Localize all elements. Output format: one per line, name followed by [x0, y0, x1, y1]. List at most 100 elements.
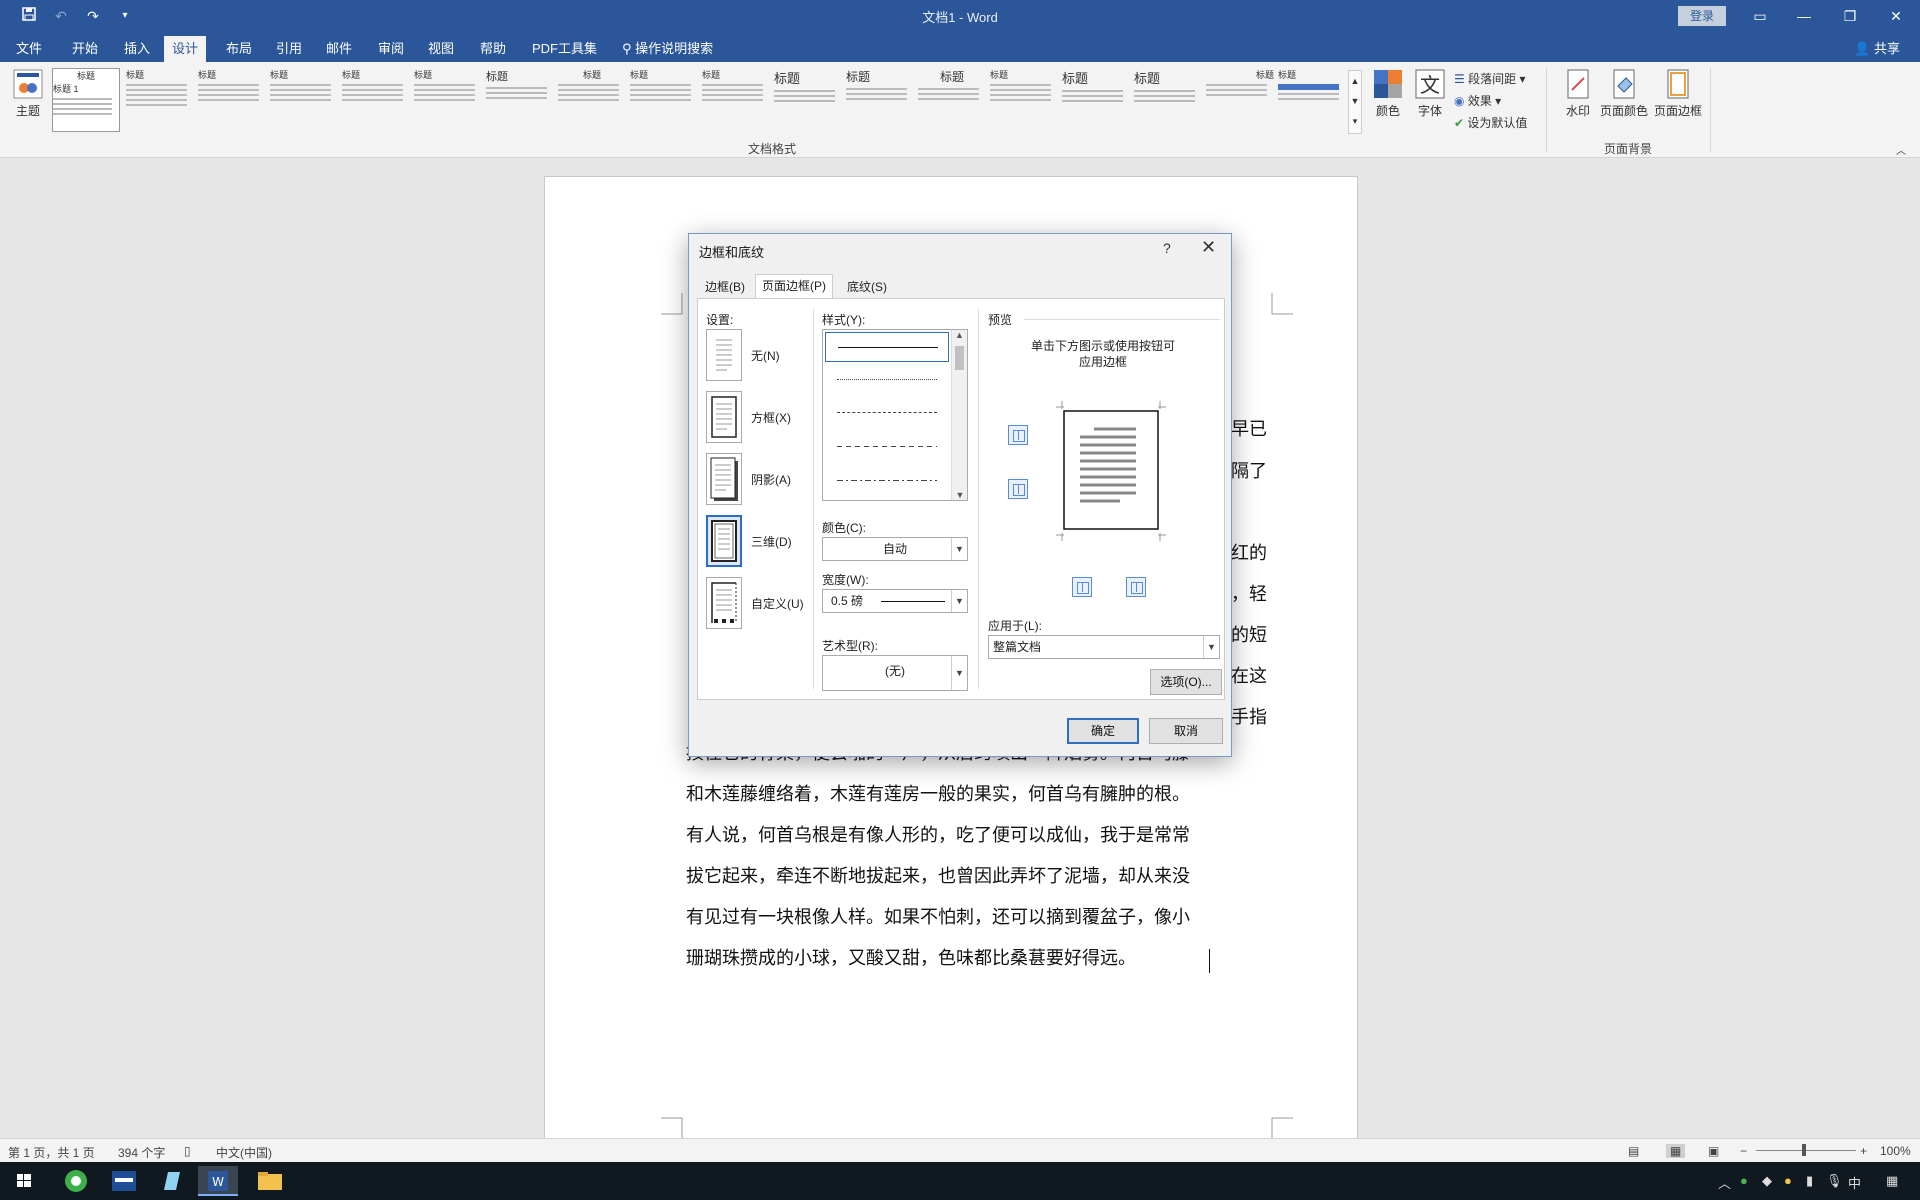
- border-preview[interactable]: [1056, 401, 1166, 541]
- restore-icon[interactable]: ❐: [1830, 4, 1870, 28]
- setting-shadow[interactable]: 阴影(A): [706, 453, 806, 509]
- share-button[interactable]: 👤 共享: [1854, 38, 1900, 57]
- calendar-icon[interactable]: ▦: [1886, 1173, 1898, 1189]
- style-set-thumb[interactable]: 标题: [918, 68, 986, 132]
- tab-mailings[interactable]: 邮件: [318, 36, 360, 62]
- tray-app-icon[interactable]: ◆: [1762, 1173, 1772, 1189]
- line-style-scrollbar[interactable]: ▲ ▼: [951, 330, 967, 500]
- style-set-thumb[interactable]: 标题: [126, 68, 194, 132]
- zoom-level[interactable]: 100%: [1880, 1144, 1911, 1158]
- word-count[interactable]: 394 个字: [118, 1144, 165, 1161]
- left-border-toggle[interactable]: [1072, 577, 1092, 597]
- style-set-thumb[interactable]: 标题: [342, 68, 410, 132]
- tab-layout[interactable]: 布局: [218, 36, 260, 62]
- tab-home[interactable]: 开始: [64, 36, 106, 62]
- zoom-slider[interactable]: [1756, 1150, 1856, 1151]
- setting-none[interactable]: 无(N): [706, 329, 806, 385]
- style-set-thumb[interactable]: 标题: [414, 68, 482, 132]
- tab-help[interactable]: 帮助: [472, 36, 514, 62]
- help-icon[interactable]: ?: [1163, 240, 1171, 256]
- style-set-thumb[interactable]: 标题: [1206, 68, 1274, 132]
- proofing-icon[interactable]: ▯: [184, 1144, 191, 1158]
- top-border-toggle[interactable]: [1008, 425, 1028, 445]
- style-set-thumb[interactable]: 标题: [702, 68, 770, 132]
- zoom-slider-thumb[interactable]: [1802, 1144, 1806, 1156]
- tab-view[interactable]: 视图: [420, 36, 462, 62]
- setting-custom[interactable]: 自定义(U): [706, 577, 806, 633]
- color-select[interactable]: 自动 ▼: [822, 537, 968, 561]
- line-style-dashed[interactable]: [837, 412, 937, 413]
- app-icon[interactable]: [104, 1166, 144, 1196]
- tray-app-icon[interactable]: ●: [1784, 1173, 1792, 1188]
- tab-design[interactable]: 设计: [164, 36, 207, 62]
- themes-button[interactable]: 主题: [10, 68, 46, 119]
- cancel-button[interactable]: 取消: [1149, 718, 1223, 744]
- tray-app-icon[interactable]: ●: [1740, 1173, 1748, 1188]
- line-style-long-dash[interactable]: [837, 446, 937, 447]
- tab-file[interactable]: 文件: [8, 36, 50, 62]
- scroll-up-icon[interactable]: ▲: [952, 330, 967, 340]
- login-button[interactable]: 登录: [1678, 6, 1726, 26]
- tray-app-icon[interactable]: ▮: [1806, 1173, 1813, 1189]
- language[interactable]: 中文(中国): [216, 1144, 272, 1161]
- zoom-out-icon[interactable]: −: [1740, 1144, 1747, 1158]
- tray-expand-icon[interactable]: ︿: [1718, 1173, 1731, 1192]
- scroll-down-icon[interactable]: ▼: [952, 490, 968, 500]
- close-icon[interactable]: ✕: [1201, 237, 1216, 258]
- style-set-thumb[interactable]: 标题: [630, 68, 698, 132]
- apply-to-select[interactable]: 整篇文档 ▼: [988, 635, 1220, 659]
- line-style-dotted[interactable]: [837, 379, 937, 380]
- style-set-thumb[interactable]: 标题: [198, 68, 266, 132]
- microphone-icon[interactable]: 🎙: [1826, 1173, 1843, 1189]
- tab-references[interactable]: 引用: [268, 36, 310, 62]
- effects-button[interactable]: ◉ 效果 ▾: [1454, 92, 1501, 109]
- set-as-default-button[interactable]: ✔ 设为默认值: [1454, 114, 1527, 131]
- paragraph-spacing-button[interactable]: ☰ 段落间距 ▾: [1454, 70, 1525, 87]
- browser-icon[interactable]: [56, 1166, 96, 1196]
- colors-button[interactable]: 颜色: [1370, 68, 1406, 119]
- zoom-in-icon[interactable]: +: [1860, 1144, 1867, 1158]
- ok-button[interactable]: 确定: [1067, 718, 1139, 744]
- tab-insert[interactable]: 插入: [116, 36, 158, 62]
- notes-app-icon[interactable]: [152, 1166, 192, 1196]
- tab-page-border[interactable]: 页面边框(P): [755, 274, 833, 298]
- windows-start-icon[interactable]: [4, 1166, 44, 1196]
- setting-3d[interactable]: 三维(D): [706, 515, 806, 571]
- page-count[interactable]: 第 1 页，共 1 页: [8, 1144, 95, 1161]
- style-set-gallery[interactable]: 标题 标题 1 标题 标题 标题 标题 标题 标题 标题 标题 标题 标题 标题…: [50, 68, 1346, 134]
- minimize-icon[interactable]: —: [1784, 4, 1824, 28]
- tab-review[interactable]: 审阅: [370, 36, 412, 62]
- style-set-thumb[interactable]: 标题: [1062, 68, 1130, 132]
- art-select[interactable]: (无) ▼: [822, 655, 968, 691]
- word-taskbar-icon[interactable]: W: [198, 1166, 238, 1196]
- scroll-thumb[interactable]: [955, 346, 964, 370]
- input-method-icon[interactable]: 中: [1848, 1173, 1861, 1192]
- style-set-thumb[interactable]: 标题: [558, 68, 626, 132]
- right-border-toggle[interactable]: [1126, 577, 1146, 597]
- line-style-list[interactable]: ▲ ▼: [822, 329, 968, 501]
- page-borders-button[interactable]: 页面边框: [1652, 68, 1704, 119]
- line-style-solid[interactable]: [825, 332, 949, 362]
- style-set-thumb[interactable]: 标题: [1278, 68, 1346, 132]
- collapse-ribbon-icon[interactable]: ︿: [1896, 142, 1906, 157]
- fonts-button[interactable]: 文 字体: [1412, 68, 1448, 119]
- style-set-thumb[interactable]: 标题: [774, 68, 842, 132]
- watermark-button[interactable]: 水印: [1560, 68, 1596, 119]
- style-set-thumb[interactable]: 标题: [1134, 68, 1202, 132]
- width-select[interactable]: 0.5 磅 ▼: [822, 589, 968, 613]
- bottom-border-toggle[interactable]: [1008, 479, 1028, 499]
- tell-me-search[interactable]: ⚲ 操作说明搜索: [614, 36, 721, 62]
- style-set-thumb[interactable]: 标题: [846, 68, 914, 132]
- tab-shading[interactable]: 底纹(S): [841, 276, 893, 298]
- tab-pdf-tools[interactable]: PDF工具集: [524, 36, 605, 62]
- style-set-thumb[interactable]: 标题: [990, 68, 1058, 132]
- file-explorer-icon[interactable]: [250, 1166, 290, 1196]
- ribbon-display-options-icon[interactable]: ▭: [1740, 4, 1780, 28]
- print-layout-icon[interactable]: ▦: [1666, 1144, 1686, 1158]
- line-style-dash-dot[interactable]: [837, 480, 937, 481]
- page-color-button[interactable]: 页面颜色: [1598, 68, 1650, 119]
- read-mode-icon[interactable]: ▤: [1628, 1144, 1639, 1158]
- web-layout-icon[interactable]: ▣: [1708, 1144, 1719, 1158]
- close-window-icon[interactable]: ✕: [1876, 4, 1916, 28]
- style-set-thumb[interactable]: 标题 标题 1: [52, 68, 120, 132]
